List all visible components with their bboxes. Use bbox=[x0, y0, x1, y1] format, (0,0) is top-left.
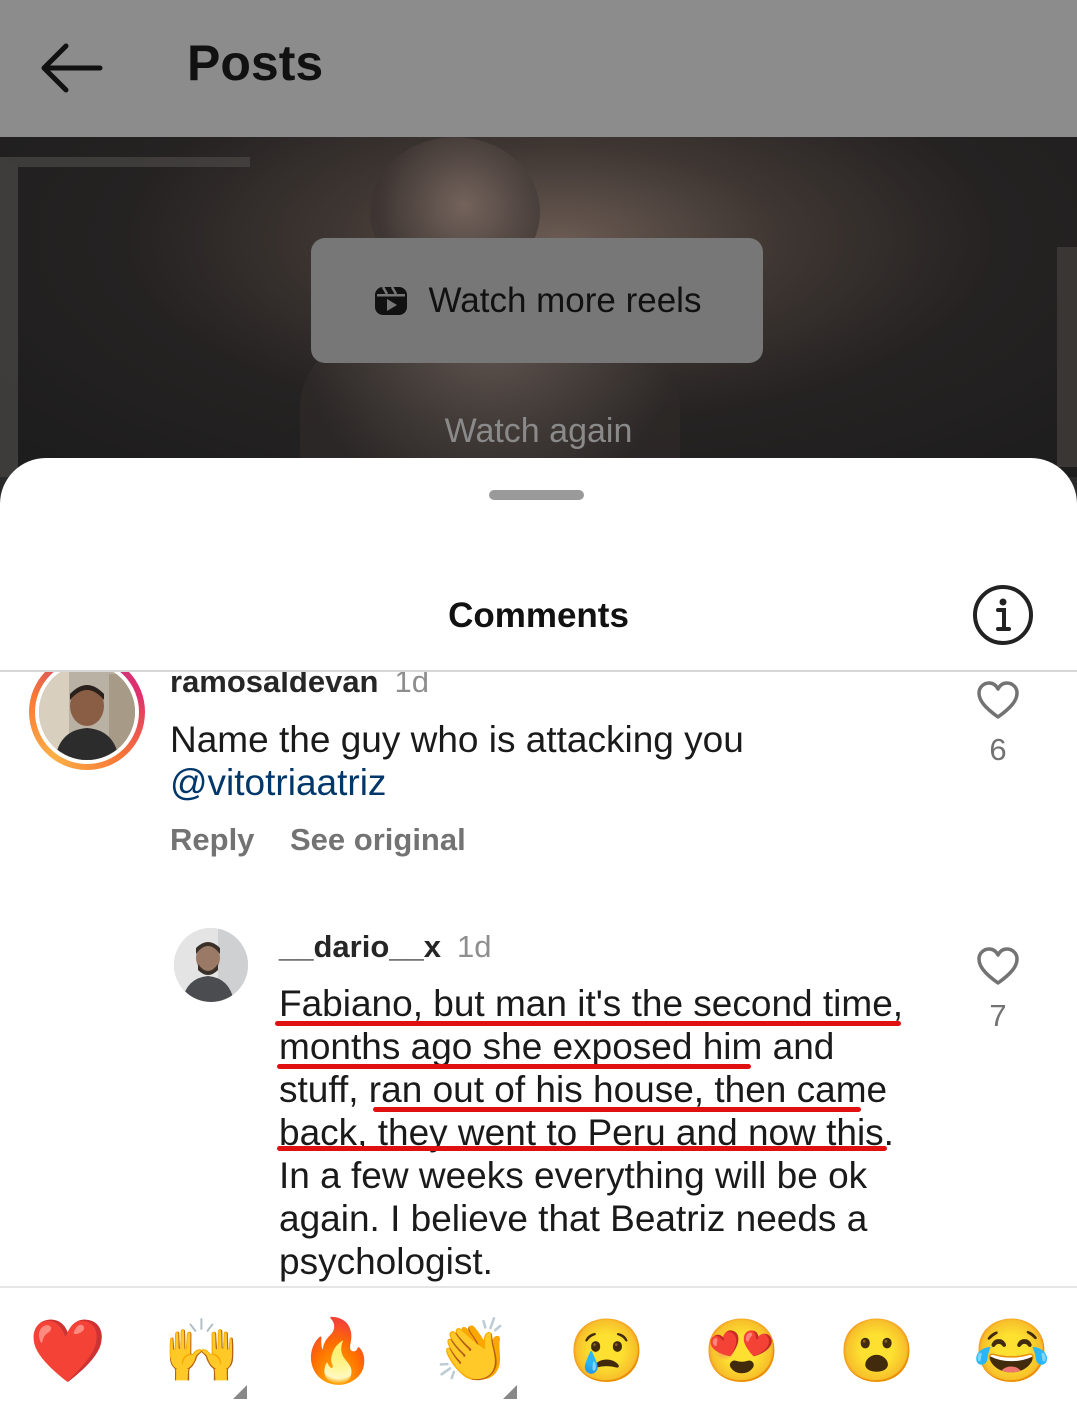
emoji-fire[interactable]: 🔥 bbox=[299, 1316, 376, 1388]
comment-line: In a few weeks everything will be ok bbox=[279, 1155, 868, 1196]
comment-line: psychologist. bbox=[279, 1241, 493, 1282]
heart-icon[interactable] bbox=[976, 680, 1020, 720]
back-arrow-icon[interactable] bbox=[36, 38, 104, 98]
skin-tone-indicator bbox=[503, 1385, 517, 1399]
comment-username[interactable]: ramosaldevan 1d bbox=[170, 672, 429, 700]
info-icon[interactable] bbox=[972, 584, 1034, 646]
comment-username[interactable]: __dario__x 1d bbox=[279, 929, 491, 965]
comment-line: Fabiano, but man it's the second time, bbox=[279, 983, 904, 1024]
emoji-clapping-hands[interactable]: 👏 bbox=[434, 1316, 511, 1388]
annotation-underline bbox=[275, 1021, 901, 1026]
emoji-reaction-bar: ❤️ 🙌 🔥 👏 😢 😍 😮 😂 bbox=[0, 1286, 1077, 1409]
comments-sheet: Comments ramosaldevan 1d Name the guy wh… bbox=[0, 458, 1077, 1409]
emoji-surprised-face[interactable]: 😮 bbox=[838, 1316, 915, 1388]
comment-body: Name the guy who is attacking you bbox=[170, 719, 744, 760]
like-count: 7 bbox=[989, 998, 1007, 1033]
emoji-laughing-face[interactable]: 😂 bbox=[973, 1316, 1050, 1388]
avatar[interactable] bbox=[29, 672, 145, 770]
comments-list[interactable]: ramosaldevan 1d Name the guy who is attac… bbox=[0, 672, 1077, 1286]
reply-button[interactable]: Reply bbox=[170, 822, 254, 858]
see-original-button[interactable]: See original bbox=[290, 822, 466, 858]
annotation-underline bbox=[277, 1146, 887, 1151]
avatar[interactable] bbox=[174, 928, 248, 1002]
annotation-underline bbox=[373, 1107, 861, 1112]
reels-icon bbox=[374, 285, 407, 315]
top-app-bar: Posts bbox=[0, 0, 1077, 137]
watch-again-button[interactable]: Watch again bbox=[0, 412, 1077, 451]
emoji-raised-hands[interactable]: 🙌 bbox=[163, 1316, 240, 1388]
comment-line: months ago she exposed him and bbox=[279, 1026, 835, 1067]
comment-time: 1d bbox=[457, 929, 492, 964]
emoji-crying-face[interactable]: 😢 bbox=[568, 1316, 645, 1388]
emoji-heart[interactable]: ❤️ bbox=[29, 1316, 106, 1388]
like-count: 6 bbox=[989, 732, 1007, 767]
comment-text: Fabiano, but man it's the second time, m… bbox=[279, 982, 939, 1283]
watch-more-reels-label: Watch more reels bbox=[428, 280, 702, 320]
page-title: Posts bbox=[187, 35, 324, 91]
profile-photo bbox=[174, 928, 248, 1002]
comment-line: stuff, ran out of his house, then came bbox=[279, 1069, 888, 1110]
mention-link[interactable]: @vitotriaatriz bbox=[170, 761, 930, 804]
watch-more-reels-button[interactable]: Watch more reels bbox=[311, 238, 763, 363]
comment-line: again. I believe that Beatriz needs a bbox=[279, 1198, 868, 1239]
profile-photo bbox=[39, 672, 135, 760]
heart-icon[interactable] bbox=[976, 946, 1020, 986]
comment-time: 1d bbox=[394, 672, 429, 699]
drag-handle[interactable] bbox=[489, 490, 584, 500]
annotation-underline bbox=[277, 1064, 751, 1069]
emoji-heart-eyes[interactable]: 😍 bbox=[703, 1316, 780, 1388]
comment-text: Name the guy who is attacking you @vitot… bbox=[170, 718, 930, 804]
skin-tone-indicator bbox=[233, 1385, 247, 1399]
comments-title: Comments bbox=[448, 596, 629, 635]
